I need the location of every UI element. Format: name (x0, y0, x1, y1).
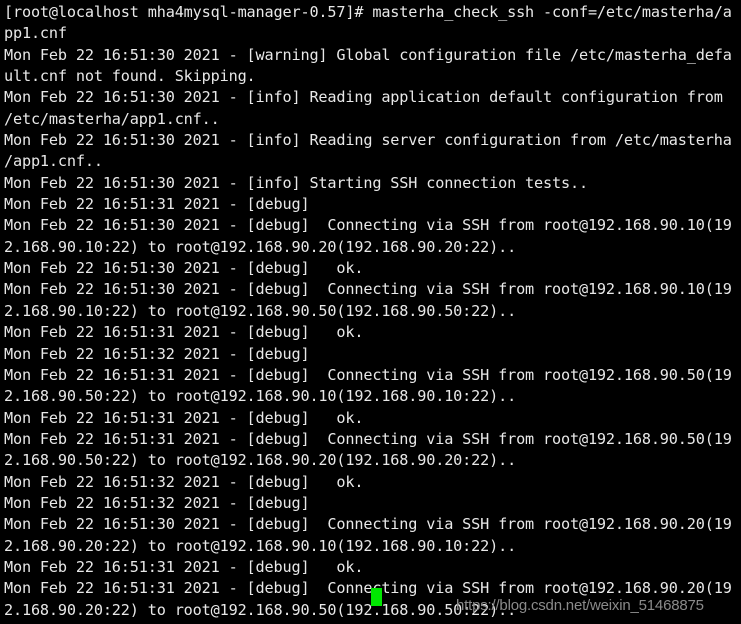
terminal-line: ult.cnf not found. Skipping. (4, 67, 256, 86)
terminal-line: Mon Feb 22 16:51:30 2021 - [debug] Conne… (4, 515, 732, 534)
terminal-line: Mon Feb 22 16:51:31 2021 - [debug] Conne… (4, 365, 732, 384)
terminal-line: Mon Feb 22 16:51:32 2021 - [debug] ok. (4, 472, 364, 491)
terminal-line: Mon Feb 22 16:51:30 2021 - [debug] Conne… (4, 216, 732, 235)
terminal-line: Mon Feb 22 16:51:32 2021 - [debug] (4, 493, 319, 512)
terminal-line: Mon Feb 22 16:51:30 2021 - [info] Readin… (4, 88, 732, 107)
terminal-line: Mon Feb 22 16:51:30 2021 - [debug] ok. (4, 259, 364, 278)
terminal-line: Mon Feb 22 16:51:31 2021 - [debug] ok. (4, 323, 364, 342)
terminal-line: Mon Feb 22 16:51:30 2021 - [info] Readin… (4, 131, 732, 150)
terminal-window[interactable]: [root@localhost mha4mysql-manager-0.57]#… (0, 0, 741, 624)
terminal-line: /etc/masterha/app1.cnf.. (4, 109, 220, 128)
terminal-line: pp1.cnf (4, 24, 67, 43)
watermark-url: https://blog.csdn.net/weixin_51468875 (456, 597, 704, 614)
terminal-cursor (371, 588, 382, 606)
terminal-line: 2.168.90.10:22) to root@192.168.90.20(19… (4, 237, 517, 256)
terminal-line: /app1.cnf.. (4, 152, 103, 171)
terminal-line: 2.168.90.20:22) to root@192.168.90.10(19… (4, 536, 517, 555)
terminal-line: 2.168.90.50:22) to root@192.168.90.20(19… (4, 451, 517, 470)
terminal-line: Mon Feb 22 16:51:31 2021 - [debug] (4, 195, 319, 214)
terminal-line: Mon Feb 22 16:51:30 2021 - [debug] Conne… (4, 280, 732, 299)
terminal-line: Mon Feb 22 16:51:31 2021 - [debug] ok. (4, 408, 364, 427)
terminal-line: Mon Feb 22 16:51:30 2021 - [warning] Glo… (4, 45, 732, 64)
terminal-line: Mon Feb 22 16:51:32 2021 - [debug] (4, 344, 319, 363)
terminal-line: Mon Feb 22 16:51:31 2021 - [debug] Conne… (4, 429, 732, 448)
terminal-line: 2.168.90.50:22) to root@192.168.90.10(19… (4, 387, 517, 406)
terminal-output-area: [root@localhost mha4mysql-manager-0.57]#… (4, 2, 741, 624)
terminal-line: Mon Feb 22 16:51:31 2021 - [debug] ok. (4, 557, 364, 576)
terminal-line: Mon Feb 22 16:51:30 2021 - [info] Starti… (4, 173, 588, 192)
terminal-line: [root@localhost mha4mysql-manager-0.57]#… (4, 3, 732, 21)
terminal-line: 2.168.90.10:22) to root@192.168.90.50(19… (4, 301, 517, 320)
